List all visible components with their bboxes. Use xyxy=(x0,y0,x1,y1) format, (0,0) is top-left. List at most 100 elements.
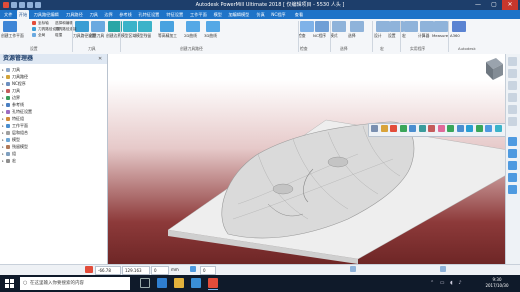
shaded-icon[interactable] xyxy=(508,137,517,146)
stock-model-icon[interactable] xyxy=(508,185,517,194)
view-iso-icon[interactable] xyxy=(508,57,517,66)
ribbon-small-row[interactable]: 选择和编辑 xyxy=(55,21,73,26)
tab-item[interactable]: 参考线 xyxy=(117,10,134,19)
pan-icon[interactable] xyxy=(508,117,517,126)
view-toolbar-button-icon[interactable] xyxy=(485,125,492,132)
tab-item[interactable]: 加编辑模型 xyxy=(226,10,251,19)
ribbon-button-icon[interactable] xyxy=(138,21,152,32)
ribbon-button-label[interactable]: NC程序 xyxy=(313,33,326,39)
tool-icon[interactable] xyxy=(508,173,517,182)
view-toolbar-button-icon[interactable] xyxy=(466,125,473,132)
ribbon-button-icon[interactable] xyxy=(332,21,346,32)
quick-undo-icon[interactable] xyxy=(35,2,41,8)
ribbon-small-row[interactable]: 全局 xyxy=(32,33,45,38)
view-toolbar-button-icon[interactable] xyxy=(437,125,445,132)
maximize-button[interactable]: ▢ xyxy=(486,0,502,10)
quick-open-icon[interactable] xyxy=(19,2,25,8)
quick-new-icon[interactable] xyxy=(11,2,17,8)
tab-item[interactable]: 查看 xyxy=(293,10,305,19)
explorer-tree-item[interactable]: ▸ 模型 xyxy=(2,137,20,143)
status-snap-icon[interactable] xyxy=(440,266,446,272)
explorer-tree-item[interactable]: ▸ 工作平面 xyxy=(2,123,28,129)
ribbon-button-icon[interactable] xyxy=(3,21,17,32)
edge-icon[interactable] xyxy=(157,278,167,288)
ribbon-button-icon[interactable] xyxy=(206,21,220,32)
explorer-close-icon[interactable]: ✕ xyxy=(98,54,102,64)
tab-item[interactable]: 特征设置 xyxy=(164,10,185,19)
tab-item[interactable]: 刀具 xyxy=(88,10,100,19)
explorer-tree-item[interactable]: ▸ 残留模型 xyxy=(2,144,28,150)
ribbon-button-label[interactable]: A360 xyxy=(450,33,460,38)
close-button[interactable]: ✕ xyxy=(502,0,518,10)
ribbon-button-icon[interactable] xyxy=(452,21,466,32)
ribbon-button-label[interactable]: 创建边界 xyxy=(106,33,121,39)
tab-item[interactable]: 开始 xyxy=(16,10,30,19)
ribbon-button-label[interactable]: 创建刀具 xyxy=(89,33,104,39)
coord-x-field[interactable]: -66.78 xyxy=(95,266,121,275)
ribbon-button-icon[interactable] xyxy=(376,21,390,32)
explorer-tree-item[interactable]: ▸ 孔特征设置 xyxy=(2,109,32,115)
tab-item[interactable]: NC程序 xyxy=(269,10,287,19)
coord-z-field[interactable]: 0 xyxy=(151,266,169,275)
view-toolbar-button-icon[interactable] xyxy=(494,125,502,132)
ribbon-button-icon[interactable] xyxy=(123,21,137,32)
ribbon-button-label[interactable]: 宏 xyxy=(402,33,406,39)
explorer-tree-item[interactable]: ▸ 层和组合 xyxy=(2,130,28,136)
ribbon-button-icon[interactable] xyxy=(186,21,200,32)
ribbon-button-label[interactable]: 3D曲线 xyxy=(204,33,217,39)
explorer-tree-item[interactable]: ▸ 刀具 xyxy=(2,88,20,94)
ribbon-button-label[interactable]: 检查 xyxy=(298,33,306,39)
view-toolbar-button-icon[interactable] xyxy=(456,125,464,132)
tab-item[interactable]: 刀具路径编辑 xyxy=(32,10,61,19)
ribbon-button-label[interactable]: 模型残留 xyxy=(136,33,151,39)
explorer-tree-item[interactable]: ▸ 边界 xyxy=(2,95,20,101)
system-tray-icons[interactable]: ⌃ ▭ ◖ ♪ xyxy=(430,280,470,286)
tab-item[interactable]: 工作平面 xyxy=(188,10,209,19)
block-icon[interactable] xyxy=(508,161,517,170)
ribbon-small-row[interactable]: 坐标轴 xyxy=(32,21,49,26)
explorer-tree-item[interactable]: ▸ 宏 xyxy=(2,158,16,164)
view-toolbar-button-icon[interactable] xyxy=(475,125,483,132)
view-side-icon[interactable] xyxy=(508,93,517,102)
view-toolbar-button-icon[interactable] xyxy=(409,125,416,132)
coord-y-field[interactable]: 129.163 xyxy=(122,266,150,275)
view-front-icon[interactable] xyxy=(508,81,517,90)
view-toolbar-button-icon[interactable] xyxy=(428,125,435,132)
ribbon-button-icon[interactable] xyxy=(75,21,89,32)
tab-item[interactable]: 仿真 xyxy=(254,10,266,19)
wireframe-icon[interactable] xyxy=(508,149,517,158)
file-explorer-icon[interactable] xyxy=(174,278,184,288)
ribbon-button-icon[interactable] xyxy=(404,21,418,32)
windows-start-icon[interactable] xyxy=(5,279,14,288)
quick-save-icon[interactable] xyxy=(27,2,33,8)
ribbon-button-label[interactable]: 模型区域 xyxy=(121,33,136,39)
ribbon-button-icon[interactable] xyxy=(434,21,448,32)
tab-item[interactable]: 文件 xyxy=(2,10,14,19)
ribbon-button-label[interactable]: 模式 xyxy=(330,33,338,39)
explorer-tree-item[interactable]: ▸ 特征组 xyxy=(2,116,24,122)
zoom-icon[interactable] xyxy=(508,105,517,114)
ribbon-button-icon[interactable] xyxy=(420,21,434,32)
taskbar-search-input[interactable]: 在这里输入你要搜索的内容 xyxy=(20,277,130,290)
ribbon-button-icon[interactable] xyxy=(315,21,329,32)
explorer-tree-item[interactable]: ▸ 刀具路径 xyxy=(2,74,28,80)
ribbon-button-label[interactable]: 设置 xyxy=(388,33,396,39)
explorer-tree-item[interactable]: ▸ 组 xyxy=(2,151,16,157)
explorer-tree-item[interactable]: ▸ NC程序 xyxy=(2,81,26,87)
ribbon-button-label[interactable]: 计算器 xyxy=(418,33,429,39)
graphics-viewport[interactable] xyxy=(108,54,505,264)
view-toolbar-button-icon[interactable] xyxy=(371,125,378,132)
ribbon-button-label[interactable]: 设计 xyxy=(374,33,382,39)
view-toolbar-button-icon[interactable] xyxy=(447,125,454,132)
powermill-taskbar-icon[interactable] xyxy=(208,278,218,288)
ribbon-button-label[interactable]: 选择 xyxy=(348,33,356,39)
view-top-icon[interactable] xyxy=(508,69,517,78)
ribbon-button-label[interactable]: 创建工作平面 xyxy=(1,33,24,39)
explorer-tree-item[interactable]: ▸ 刀具 xyxy=(2,67,20,73)
view-toolbar-button-icon[interactable] xyxy=(418,125,426,132)
tab-item[interactable]: 边界 xyxy=(102,10,114,19)
ribbon-button-label[interactable]: 2D曲线 xyxy=(184,33,197,39)
status-grid-icon[interactable] xyxy=(350,266,356,272)
store-icon[interactable] xyxy=(191,278,201,288)
task-view-icon[interactable] xyxy=(140,278,150,288)
